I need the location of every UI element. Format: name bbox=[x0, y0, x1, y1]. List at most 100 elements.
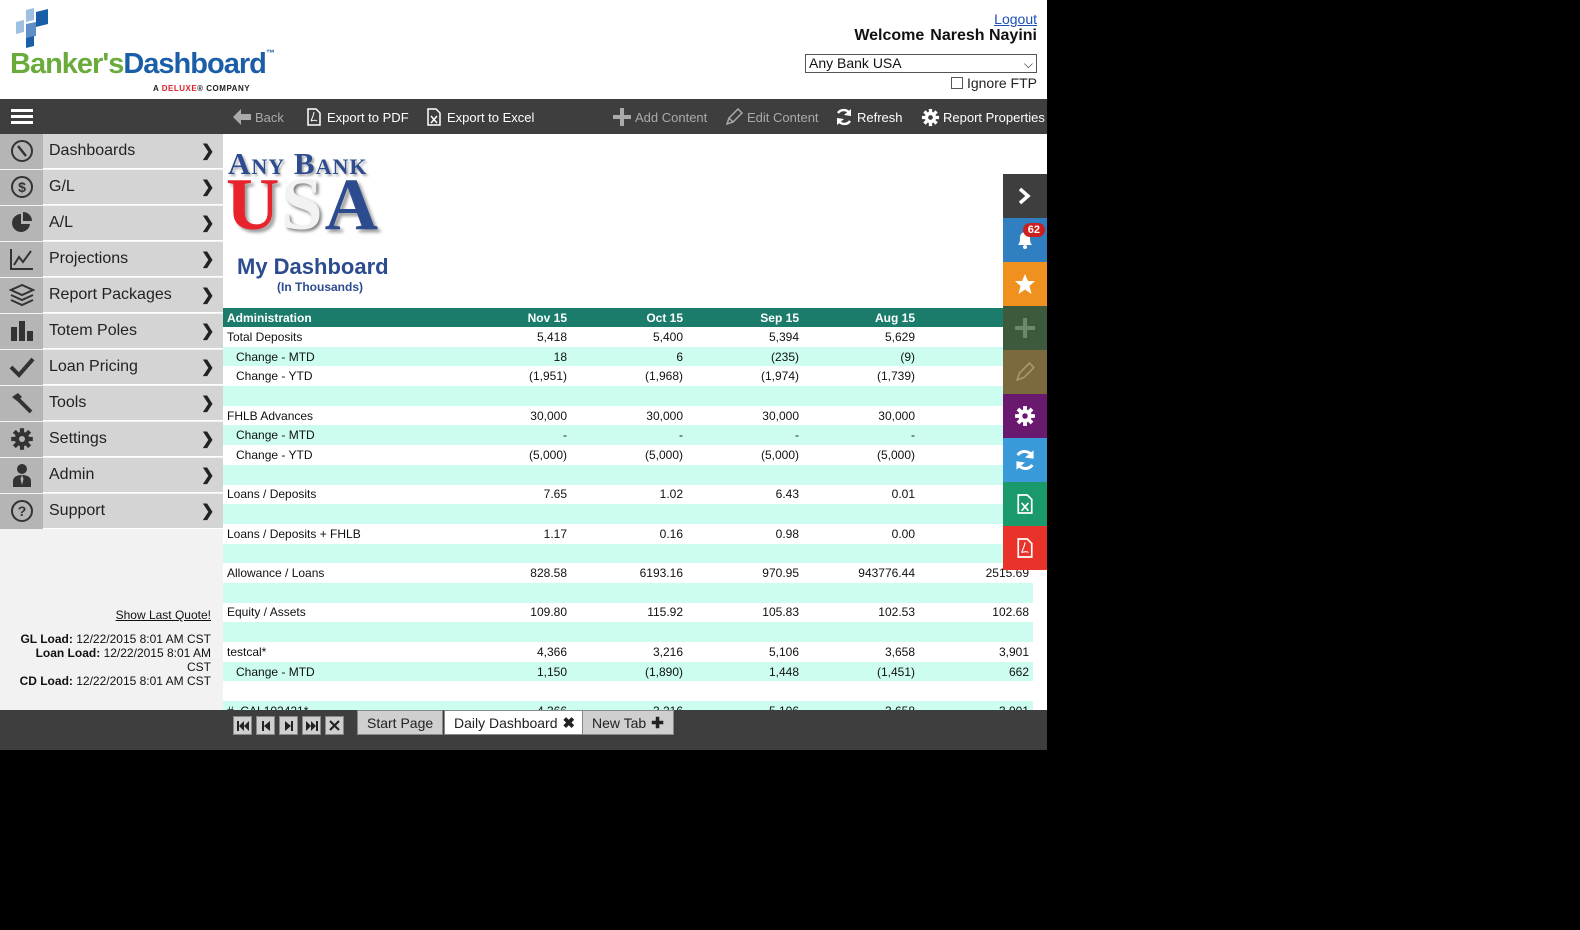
edit-content-button[interactable]: Edit Content bbox=[724, 107, 819, 127]
sidebar-item-gl[interactable]: $ G/L ❯ bbox=[0, 169, 223, 205]
value-cell: 6.43 bbox=[775, 487, 799, 502]
back-button[interactable]: Back bbox=[232, 107, 284, 127]
ignore-ftp-checkbox[interactable]: Ignore FTP bbox=[950, 75, 1037, 91]
row-label-cell: Loans / Deposits bbox=[227, 487, 317, 502]
sidebar-item-al[interactable]: A/L ❯ bbox=[0, 205, 223, 241]
bankers-dashboard-logo[interactable]: Banker'sDashboard™ A DELUXE® COMPANY bbox=[10, 8, 275, 93]
checkbox-box[interactable] bbox=[950, 77, 963, 89]
report-properties-button[interactable]: Report Properties bbox=[920, 107, 1045, 127]
tab-start-page[interactable]: Start Page bbox=[357, 710, 444, 735]
value-cell bbox=[571, 464, 687, 485]
sidebar-item-label: Admin bbox=[49, 466, 95, 483]
plus-icon[interactable]: ✚ bbox=[651, 714, 664, 732]
value-cell bbox=[919, 582, 1033, 603]
sidebar-item-loan-pricing[interactable]: Loan Pricing ❯ bbox=[0, 349, 223, 385]
check-icon bbox=[0, 349, 43, 385]
hamburger-menu-icon[interactable] bbox=[11, 109, 33, 125]
refresh-button[interactable]: Refresh bbox=[834, 107, 903, 127]
value-cell bbox=[455, 681, 571, 701]
value-cell: 102.53 bbox=[878, 605, 915, 620]
table-row: FHLB Advances30,00030,00030,00030,00035 bbox=[223, 406, 1033, 426]
value-cell: 1,448 bbox=[687, 661, 803, 682]
value-cell: 3,216 bbox=[571, 701, 687, 710]
export-excel-rail-button[interactable] bbox=[1003, 482, 1047, 526]
pie-icon bbox=[0, 205, 43, 241]
add-content-button[interactable]: Add Content bbox=[612, 107, 707, 127]
chevron-right-icon: ❯ bbox=[201, 359, 215, 376]
tab-new-tab[interactable]: New Tab ✚ bbox=[582, 710, 674, 735]
favorites-button[interactable] bbox=[1003, 262, 1047, 306]
bank-select[interactable]: Any Bank USA ⌵ bbox=[805, 54, 1037, 73]
logout-link[interactable]: Logout bbox=[994, 11, 1037, 27]
value-cell: (1,739) bbox=[876, 369, 915, 384]
value-cell bbox=[687, 622, 803, 642]
export-pdf-rail-button[interactable] bbox=[1003, 526, 1047, 570]
skip-last-icon bbox=[305, 720, 318, 731]
last-tab-button[interactable] bbox=[302, 716, 321, 735]
value-cell: 4,366 bbox=[536, 644, 567, 659]
export-excel-button[interactable]: Export to Excel bbox=[424, 107, 534, 127]
previous-tab-button[interactable] bbox=[256, 716, 275, 735]
sidebar-item-admin[interactable]: Admin ❯ bbox=[0, 457, 223, 493]
logo-squares-icon bbox=[16, 8, 48, 48]
sidebar-item-report-packages[interactable]: Report Packages ❯ bbox=[0, 277, 223, 313]
gear-icon bbox=[920, 107, 940, 127]
sidebar-item-settings[interactable]: Settings ❯ bbox=[0, 421, 223, 457]
value-cell: - bbox=[803, 425, 919, 446]
value-cell bbox=[455, 504, 571, 524]
chevron-right-icon: ❯ bbox=[201, 287, 215, 304]
add-content-rail-button[interactable] bbox=[1003, 306, 1047, 350]
value-cell: 105.83 bbox=[762, 605, 799, 620]
value-cell: 5,394 bbox=[768, 329, 799, 344]
page-title: My Dashboard bbox=[237, 254, 389, 279]
value-cell: 7.65 bbox=[543, 487, 567, 502]
compass-icon bbox=[0, 133, 43, 169]
table-row: Equity / Assets 109.80 115.92 105.83 102.53 1… bbox=[223, 603, 1033, 623]
notifications-badge: 62 bbox=[1022, 223, 1045, 237]
tab-daily-dashboard[interactable]: Daily Dashboard ✖ bbox=[444, 710, 586, 735]
sidebar-item-totem-poles[interactable]: Totem Poles ❯ bbox=[0, 313, 223, 349]
row-label-cell: Change - MTD bbox=[223, 425, 455, 446]
gear-icon bbox=[1015, 406, 1035, 426]
notifications-button[interactable]: 62 bbox=[1003, 218, 1047, 262]
collapse-panel-button[interactable] bbox=[1003, 174, 1047, 218]
value-cell bbox=[571, 681, 687, 701]
gear-icon bbox=[0, 421, 43, 457]
value-cell bbox=[571, 622, 687, 642]
value-cell: 943776.44 bbox=[858, 566, 915, 581]
value-cell bbox=[571, 582, 687, 603]
close-all-tabs-button[interactable] bbox=[325, 716, 344, 735]
sidebar-item-tools[interactable]: Tools ❯ bbox=[0, 385, 223, 421]
cd-load-status: CD Load: 12/22/2015 8:01 AM CST bbox=[19, 674, 211, 688]
refresh-icon bbox=[1016, 450, 1034, 470]
table-row bbox=[223, 386, 1033, 406]
close-tab-icon[interactable]: ✖ bbox=[563, 714, 576, 732]
value-cell: (5,000) bbox=[644, 447, 683, 462]
next-tab-button[interactable] bbox=[279, 716, 298, 735]
column-header: Administration bbox=[223, 308, 455, 327]
row-label-cell bbox=[223, 582, 455, 603]
table-row: Loans / Deposits + FHLB 1.17 0.16 0.98 0.00 bbox=[223, 524, 1033, 544]
sidebar-item-support[interactable]: ? Support ❯ bbox=[0, 493, 223, 529]
column-header: Aug 15 bbox=[803, 308, 919, 327]
row-label-cell: Change - YTD bbox=[236, 447, 313, 462]
show-last-quote-link[interactable]: Show Last Quote! bbox=[116, 608, 211, 622]
settings-rail-button[interactable] bbox=[1003, 394, 1047, 438]
table-row: Change - YTD (5,000) (5,000) (5,000) (5,000)… bbox=[223, 445, 1033, 465]
value-cell: (1,968) bbox=[644, 369, 683, 384]
value-cell bbox=[803, 543, 919, 564]
refresh-rail-button[interactable] bbox=[1003, 438, 1047, 482]
sidebar-item-projections[interactable]: Projections ❯ bbox=[0, 241, 223, 277]
sidebar-item-dashboards[interactable]: Dashboards ❯ bbox=[0, 133, 223, 169]
value-cell bbox=[803, 681, 919, 701]
value-cell bbox=[571, 543, 687, 564]
value-cell: 30,000 bbox=[878, 408, 915, 423]
first-tab-button[interactable] bbox=[233, 716, 252, 735]
edit-content-rail-button[interactable] bbox=[1003, 350, 1047, 394]
value-cell: 1,150 bbox=[455, 661, 571, 682]
skip-first-icon bbox=[236, 720, 249, 731]
export-pdf-button[interactable]: Export to PDF bbox=[304, 107, 409, 127]
value-cell bbox=[803, 622, 919, 642]
value-cell bbox=[803, 464, 919, 485]
row-label-cell: Change - YTD bbox=[236, 369, 313, 384]
